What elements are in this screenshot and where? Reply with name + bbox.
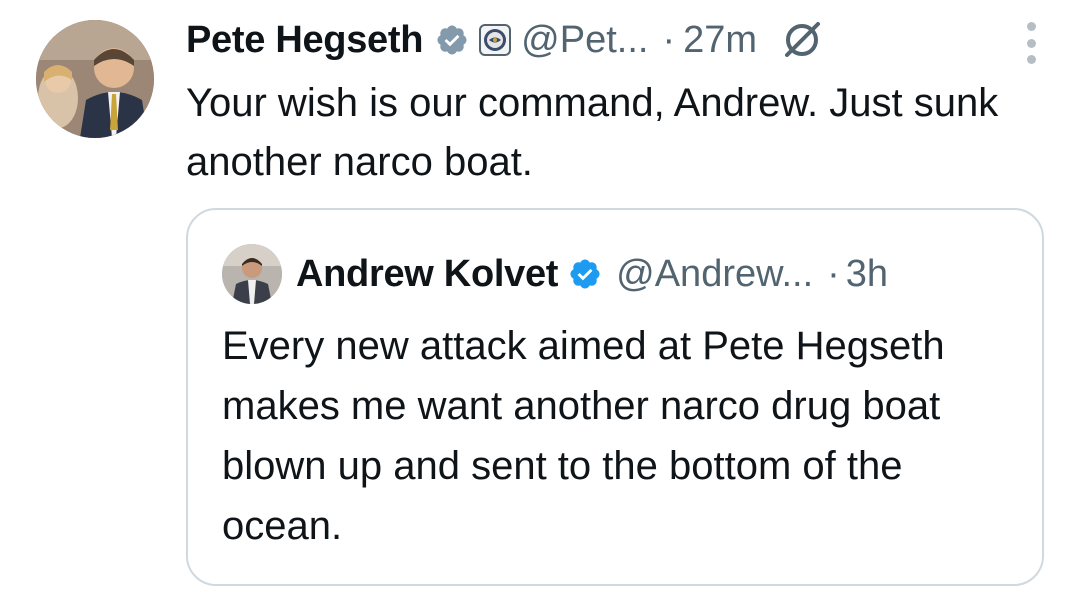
tweet-text: Your wish is our command, Andrew. Just s… bbox=[186, 81, 999, 184]
author-avatar-image bbox=[36, 20, 154, 138]
quoted-tweet-text: Every new attack aimed at Pete Hegseth m… bbox=[222, 324, 945, 548]
tweet[interactable]: Pete Hegseth @Pet... · 27m Your wish is … bbox=[0, 0, 1080, 592]
author-handle[interactable]: @Pet... bbox=[521, 19, 648, 62]
separator-dot: · bbox=[662, 18, 676, 61]
quoted-author-avatar-image bbox=[222, 244, 282, 304]
author-avatar[interactable] bbox=[36, 20, 154, 138]
quoted-tweet-timestamp[interactable]: 3h bbox=[846, 253, 888, 296]
more-dot bbox=[1026, 22, 1036, 31]
verified-badge-icon[interactable] bbox=[435, 23, 469, 57]
tweet-timestamp[interactable]: 27m bbox=[683, 19, 757, 62]
more-dot bbox=[1026, 38, 1036, 48]
tweet-header: Pete Hegseth @Pet... · 27m bbox=[186, 14, 1020, 66]
more-dot bbox=[1026, 55, 1036, 64]
separator-dot: · bbox=[827, 252, 840, 295]
quoted-author-handle[interactable]: @Andrew... bbox=[616, 253, 813, 296]
quoted-author-name[interactable]: Andrew Kolvet bbox=[296, 253, 558, 296]
verified-badge-icon[interactable] bbox=[568, 257, 602, 291]
grok-icon[interactable] bbox=[781, 19, 823, 61]
quoted-author-avatar[interactable] bbox=[222, 244, 282, 304]
quoted-tweet[interactable]: Andrew Kolvet @Andrew... · 3h Every new … bbox=[186, 208, 1044, 586]
department-seal-icon[interactable] bbox=[479, 24, 512, 56]
more-vertical-icon[interactable] bbox=[1024, 22, 1038, 64]
author-name[interactable]: Pete Hegseth bbox=[186, 19, 423, 62]
quoted-tweet-header: Andrew Kolvet @Andrew... · 3h bbox=[222, 242, 1012, 306]
